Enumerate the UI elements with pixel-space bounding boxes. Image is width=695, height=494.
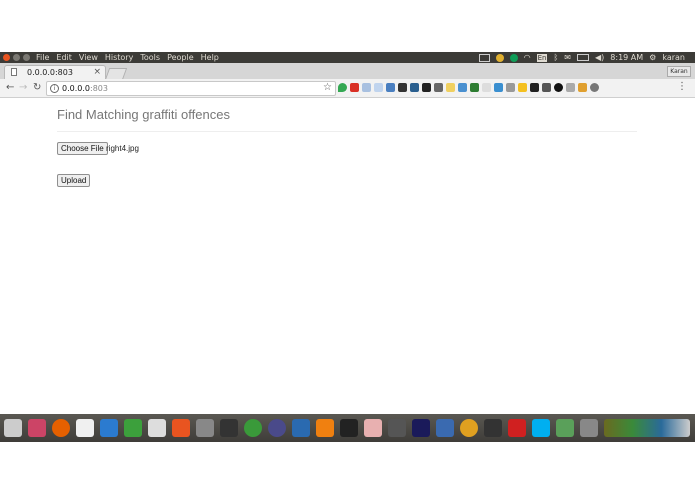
choose-file-button[interactable]: Choose File	[57, 142, 108, 155]
tab-close-icon[interactable]: ×	[93, 67, 101, 77]
menu-file[interactable]: File	[36, 52, 49, 63]
chrome-tray-icon[interactable]	[495, 53, 504, 62]
page-icon	[11, 68, 17, 76]
system-monitor-icon[interactable]	[484, 419, 502, 437]
extension-icon[interactable]	[530, 83, 539, 92]
extension-icon[interactable]	[338, 83, 347, 92]
info-icon[interactable]: i	[50, 84, 59, 93]
dock-app-icon[interactable]	[148, 419, 166, 437]
dock-app-icon[interactable]	[556, 419, 574, 437]
window-close-button[interactable]	[3, 54, 10, 61]
dock-app-icon[interactable]	[100, 419, 118, 437]
firefox-icon[interactable]	[52, 419, 70, 437]
extension-icons	[338, 83, 599, 92]
reload-icon[interactable]: ↻	[33, 82, 41, 93]
extension-icon[interactable]	[542, 83, 551, 92]
dock-app-icon[interactable]	[388, 419, 406, 437]
bluetooth-icon[interactable]: ᛒ	[553, 53, 558, 62]
extension-icon[interactable]	[446, 83, 455, 92]
extension-icon[interactable]	[362, 83, 371, 92]
app-menu: File Edit View History Tools People Help	[36, 52, 219, 63]
extension-icon[interactable]	[386, 83, 395, 92]
extension-icon[interactable]	[410, 83, 419, 92]
dock-app-icon[interactable]	[364, 419, 382, 437]
extension-icon[interactable]	[422, 83, 431, 92]
dock-app-icon[interactable]	[508, 419, 526, 437]
extension-icon[interactable]	[374, 83, 383, 92]
settings-icon[interactable]	[196, 419, 214, 437]
menu-people[interactable]: People	[167, 52, 194, 63]
extension-icon[interactable]	[506, 83, 515, 92]
dock-app-icon[interactable]	[580, 419, 598, 437]
dock-app-icon[interactable]	[76, 419, 94, 437]
dock-app-icon[interactable]	[28, 419, 46, 437]
extension-icon[interactable]	[590, 83, 599, 92]
extension-icon[interactable]	[518, 83, 527, 92]
battery-icon[interactable]	[577, 54, 589, 61]
extension-icon[interactable]	[578, 83, 587, 92]
extension-icon[interactable]	[470, 83, 479, 92]
extension-icon[interactable]	[554, 83, 563, 92]
tray-app-icon[interactable]	[478, 53, 490, 62]
dock-app-icon[interactable]	[292, 419, 310, 437]
profile-button[interactable]: Karan	[667, 66, 691, 77]
extension-icon[interactable]	[482, 83, 491, 92]
url-text: 0.0.0.0:803	[62, 84, 108, 93]
browser-menu-icon[interactable]: ⋮	[677, 81, 687, 92]
terminal-icon[interactable]	[340, 419, 358, 437]
extension-icon[interactable]	[494, 83, 503, 92]
address-bar[interactable]: i 0.0.0.0:803 ☆	[46, 81, 336, 96]
chrome-icon[interactable]	[460, 419, 478, 437]
gmail-extension-icon[interactable]	[350, 83, 359, 92]
window-minimize-button[interactable]	[13, 54, 20, 61]
extension-icon[interactable]	[398, 83, 407, 92]
system-tray: ◠ En ᛒ ✉ ◀) 8:19 AM ⚙ karan	[478, 52, 685, 63]
user-name[interactable]: karan	[662, 53, 685, 62]
software-center-icon[interactable]	[172, 419, 190, 437]
dock-app-icon[interactable]	[124, 419, 142, 437]
dock-app-icon[interactable]	[4, 419, 22, 437]
keyboard-layout-indicator[interactable]: En	[536, 53, 548, 62]
menu-tools[interactable]: Tools	[140, 52, 160, 63]
divider	[57, 131, 637, 132]
vlc-icon[interactable]	[316, 419, 334, 437]
tab-strip: 0.0.0.0:803 × Karan	[0, 63, 695, 80]
system-top-bar: File Edit View History Tools People Help…	[0, 52, 695, 63]
dock-app-icon[interactable]	[244, 419, 262, 437]
virtualbox-icon[interactable]	[436, 419, 454, 437]
upload-button[interactable]: Upload	[57, 174, 91, 187]
clock[interactable]: 8:19 AM	[610, 53, 643, 62]
menu-history[interactable]: History	[105, 52, 133, 63]
settings-gear-icon[interactable]: ⚙	[649, 53, 656, 62]
back-arrow-icon[interactable]: ←	[6, 82, 14, 93]
volume-icon[interactable]: ◀)	[595, 53, 604, 62]
dock	[0, 414, 695, 442]
forward-arrow-icon[interactable]: →	[19, 82, 27, 93]
skype-icon[interactable]	[532, 419, 550, 437]
tab-active[interactable]: 0.0.0.0:803 ×	[4, 65, 106, 80]
extension-icon[interactable]	[458, 83, 467, 92]
eclipse-icon[interactable]	[268, 419, 286, 437]
dock-app-icon[interactable]	[220, 419, 238, 437]
menu-edit[interactable]: Edit	[56, 52, 72, 63]
page-title: Find Matching graffiti offences	[57, 107, 230, 122]
window-maximize-button[interactable]	[23, 54, 30, 61]
extension-icon[interactable]	[566, 83, 575, 92]
wifi-icon[interactable]: ◠	[524, 53, 531, 62]
selected-file-name: right4.jpg	[106, 144, 139, 153]
dock-stacked-icons[interactable]	[604, 419, 690, 437]
extension-icon[interactable]	[434, 83, 443, 92]
bookmark-star-icon[interactable]: ☆	[323, 82, 332, 93]
menu-help[interactable]: Help	[201, 52, 219, 63]
hangouts-tray-icon[interactable]	[509, 53, 518, 62]
intellij-icon[interactable]	[412, 419, 430, 437]
mail-icon[interactable]: ✉	[564, 53, 571, 62]
menu-view[interactable]: View	[79, 52, 98, 63]
tab-title: 0.0.0.0:803	[27, 68, 73, 77]
navigation-bar: ← → ↻ i 0.0.0.0:803 ☆ ⋮	[0, 79, 695, 98]
